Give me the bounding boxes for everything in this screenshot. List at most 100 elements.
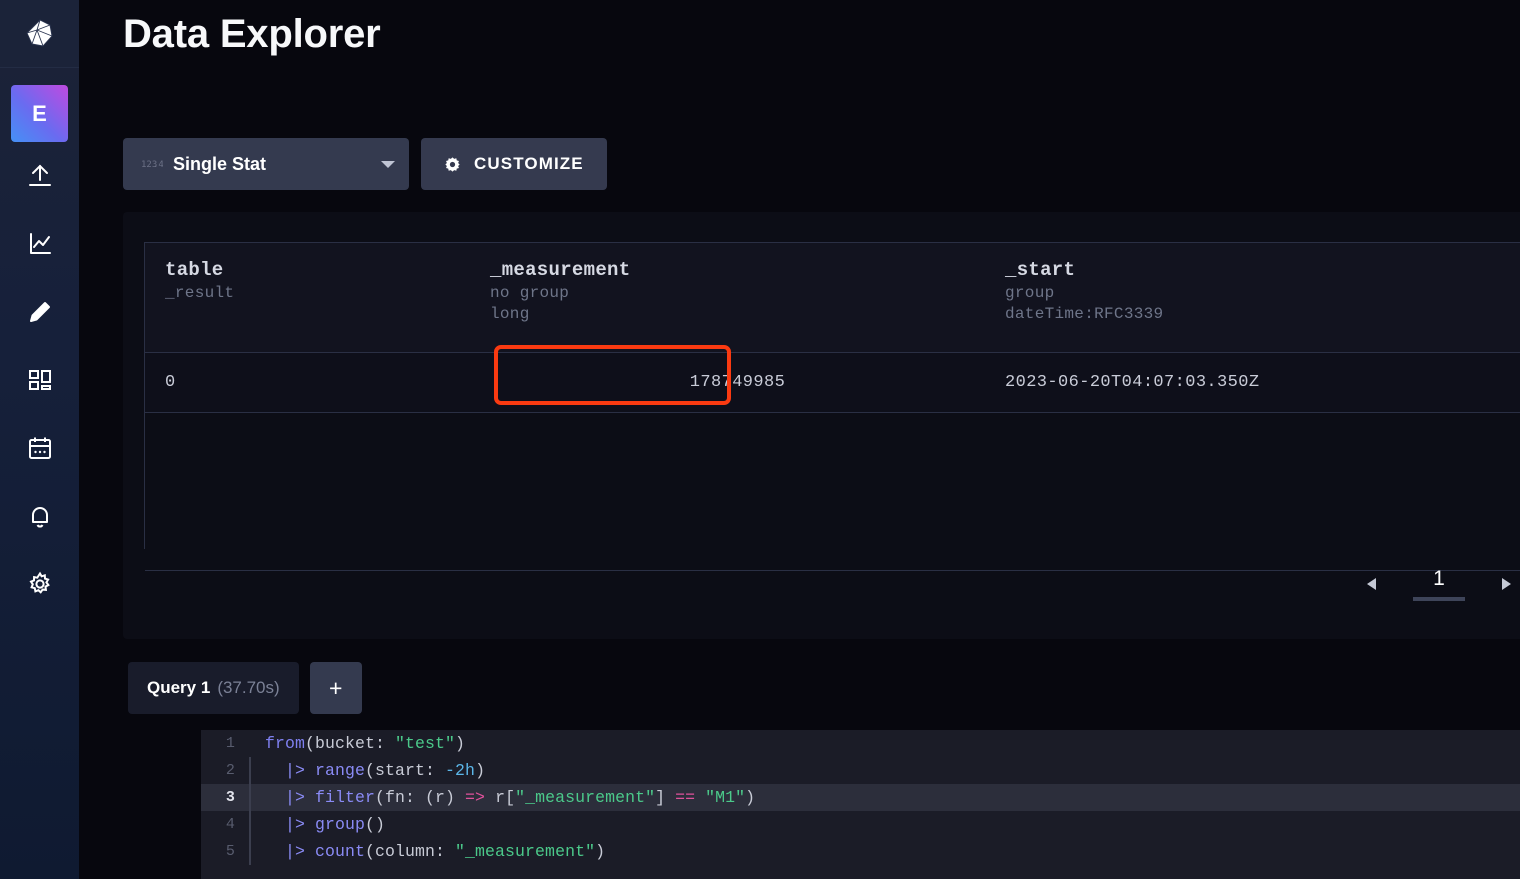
code-line[interactable]: 3 |> filter(fn: (r) => r["_measurement"]…: [201, 784, 1520, 811]
empty-cell: [470, 413, 985, 570]
column-name: _start: [1005, 257, 1505, 283]
sidebar-item-settings[interactable]: [0, 550, 79, 618]
table-column-header-measurement[interactable]: _measurement no group long: [470, 243, 985, 352]
code-token: "_measurement": [515, 788, 655, 807]
visualization-type-label: Single Stat: [173, 154, 381, 175]
line-number: 4: [201, 816, 249, 833]
org-initial-label: E: [32, 101, 47, 127]
code-text: |> group(): [265, 815, 385, 834]
page-title: Data Explorer: [123, 12, 381, 57]
main-content: Data Explorer 123 .45 Single Stat: [79, 0, 1520, 879]
query-tab-bar: Query 1 (37.70s) +: [128, 662, 362, 714]
pagination-current-page[interactable]: 1: [1413, 567, 1465, 601]
code-token: "M1": [705, 788, 745, 807]
sidebar-item-load-data[interactable]: [0, 142, 79, 210]
code-token: (start:: [365, 761, 445, 780]
query-tab-1[interactable]: Query 1 (37.70s): [128, 662, 299, 714]
indent-guide: [249, 784, 251, 811]
code-token: ==: [675, 788, 695, 807]
code-text: |> count(column: "_measurement"): [265, 842, 605, 861]
customize-button-label: CUSTOMIZE: [474, 154, 584, 174]
table-row[interactable]: 0 178749985 2023-06-20T04:07:03.350Z: [145, 353, 1520, 413]
dashboard-grid-icon: [26, 366, 54, 394]
code-text: |> range(start: -2h): [265, 761, 485, 780]
code-text: |> filter(fn: (r) => r["_measurement"] =…: [265, 788, 755, 807]
upload-icon: [25, 161, 55, 191]
visualization-toolbar: 123 .45 Single Stat CUSTOMIZE: [123, 138, 607, 190]
caret-left-icon[interactable]: [1365, 575, 1379, 593]
table-column-header-overflow: [1505, 243, 1520, 352]
code-token: (fn: (r): [375, 788, 465, 807]
code-token: |>: [265, 761, 315, 780]
line-number: 2: [201, 762, 249, 779]
pencil-icon: [25, 297, 55, 327]
table-column-header-start[interactable]: _start group dateTime:RFC3339: [985, 243, 1505, 352]
graph-line-icon: [25, 229, 55, 259]
column-type: _result: [165, 283, 470, 304]
code-token: |>: [265, 842, 315, 861]
sidebar-item-data-explorer[interactable]: [0, 210, 79, 278]
left-nav-sidebar: E: [0, 0, 79, 879]
code-token: |>: [265, 815, 315, 834]
code-line[interactable]: 4 |> group(): [201, 811, 1520, 838]
code-token: =>: [465, 788, 485, 807]
calendar-icon: [26, 434, 54, 462]
code-token: ]: [655, 788, 675, 807]
sidebar-item-notebooks[interactable]: [0, 278, 79, 346]
indent-guide: [249, 838, 251, 865]
cell-value: 2023-06-20T04:07:03.350Z: [1005, 373, 1505, 392]
sidebar-item-alerts[interactable]: [0, 482, 79, 550]
code-token: count: [315, 842, 365, 861]
table-empty-space: [145, 413, 1520, 571]
code-token: |>: [265, 788, 315, 807]
bell-icon: [26, 502, 54, 530]
code-line[interactable]: 1 from(bucket: "test"): [201, 730, 1520, 757]
query-results-panel: table _result _measurement no group long…: [123, 212, 1520, 639]
code-token: -2h: [445, 761, 475, 780]
results-table: table _result _measurement no group long…: [144, 242, 1520, 549]
code-token: (column:: [365, 842, 455, 861]
code-token: (): [365, 815, 385, 834]
cell-measurement-count: 178749985: [470, 353, 985, 412]
code-token: from: [265, 734, 305, 753]
column-name: _measurement: [490, 257, 985, 283]
column-type: long: [490, 304, 985, 325]
svg-text:.45: .45: [153, 160, 163, 170]
code-token: ): [475, 761, 485, 780]
line-number: 5: [201, 843, 249, 860]
code-token: ): [745, 788, 755, 807]
code-token: (bucket:: [305, 734, 395, 753]
add-query-button[interactable]: +: [310, 662, 362, 714]
code-token: ): [455, 734, 465, 753]
code-token: "_measurement": [455, 842, 595, 861]
gear-icon: [26, 570, 54, 598]
query-tab-duration: (37.70s): [217, 678, 279, 698]
code-line[interactable]: 2 |> range(start: -2h): [201, 757, 1520, 784]
results-pagination: 1: [1365, 567, 1513, 601]
visualization-type-dropdown[interactable]: 123 .45 Single Stat: [123, 138, 409, 190]
sidebar-item-dashboards[interactable]: [0, 346, 79, 414]
customize-button[interactable]: CUSTOMIZE: [421, 138, 607, 190]
code-token: "test": [395, 734, 455, 753]
code-token: filter: [315, 788, 375, 807]
table-column-header-table[interactable]: table _result: [145, 243, 470, 352]
code-token: [695, 788, 705, 807]
line-number: 1: [201, 735, 249, 752]
code-text: from(bucket: "test"): [265, 734, 465, 753]
indent-guide: [249, 730, 251, 757]
column-name: table: [165, 257, 470, 283]
line-number: 3: [201, 789, 249, 806]
influxdb-logo[interactable]: [0, 0, 79, 68]
flux-query-editor[interactable]: 1from(bucket: "test")2 |> range(start: -…: [201, 730, 1520, 879]
indent-guide: [249, 811, 251, 838]
code-line[interactable]: 5 |> count(column: "_measurement"): [201, 838, 1520, 865]
table-header-row: table _result _measurement no group long…: [145, 243, 1520, 353]
123-numeric-icon: 123 .45: [141, 158, 163, 170]
caret-right-icon[interactable]: [1499, 575, 1513, 593]
code-token: r[: [485, 788, 515, 807]
cell-value: 178749985: [490, 373, 985, 392]
column-group: group: [1005, 283, 1505, 304]
sidebar-item-org-avatar[interactable]: E: [11, 85, 68, 142]
column-type: dateTime:RFC3339: [1005, 304, 1505, 325]
sidebar-item-tasks[interactable]: [0, 414, 79, 482]
